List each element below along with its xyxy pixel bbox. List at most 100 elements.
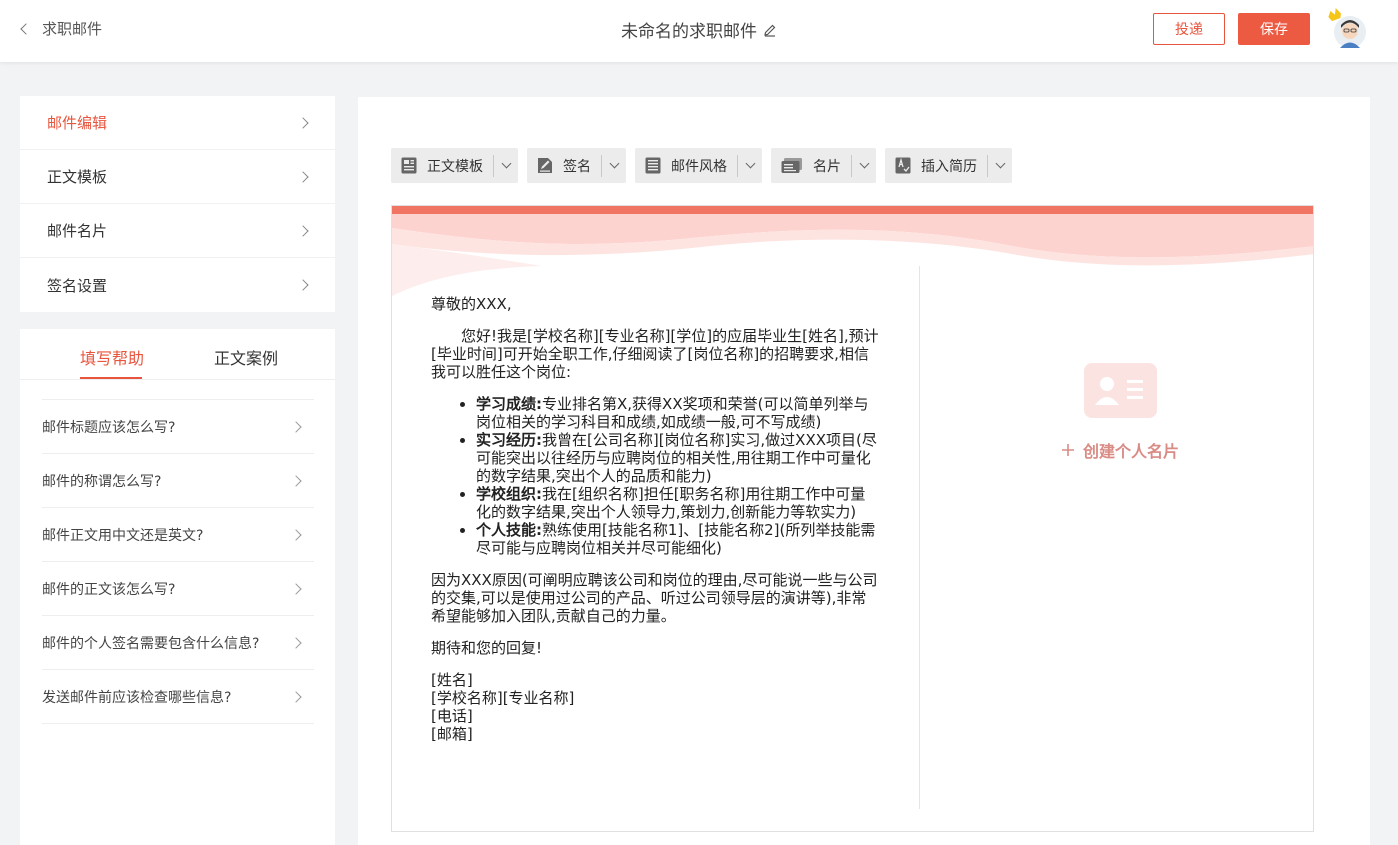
tool-signature-button[interactable]: 签名	[527, 148, 601, 183]
tool-label: 名片	[813, 158, 841, 175]
chevron-down-icon	[995, 158, 1005, 169]
style-icon	[645, 157, 661, 174]
tool-card: 名片	[771, 148, 876, 183]
id-card-icon	[1083, 363, 1157, 418]
question-text: 邮件标题应该怎么写?	[42, 419, 176, 436]
tool-card-dropdown[interactable]	[852, 148, 876, 183]
chevron-right-icon	[290, 690, 302, 703]
nav-item-label: 签名设置	[47, 276, 108, 295]
signature-icon	[538, 158, 552, 173]
create-card-label: 创建个人名片	[1082, 442, 1179, 461]
template-icon	[401, 157, 417, 174]
nav-item-email-edit[interactable]: 邮件编辑	[20, 96, 335, 150]
tool-label: 插入简历	[921, 158, 977, 175]
question-text: 发送邮件前应该检查哪些信息?	[42, 689, 232, 706]
email-signature: [姓名] [学校名称][专业名称] [电话] [邮箱]	[431, 671, 879, 743]
signature-line: [姓名]	[431, 671, 473, 689]
tool-email-style-dropdown[interactable]	[738, 148, 762, 183]
tool-body-template-dropdown[interactable]	[494, 148, 518, 183]
create-card-button[interactable]: 创建个人名片	[1055, 363, 1185, 462]
list-item[interactable]: 邮件正文用中文还是英文?	[42, 508, 314, 562]
main-editor: 正文模板 签名 邮件风格 名片 插入简历 尊敬的XXX, 您好!我是[学校名称]…	[358, 97, 1370, 845]
column-divider	[919, 266, 920, 809]
back-label: 求职邮件	[42, 20, 103, 38]
deliver-button[interactable]: 投递	[1153, 13, 1225, 45]
tool-insert-resume: 插入简历	[885, 148, 1012, 183]
chevron-down-icon	[609, 158, 619, 169]
tool-label: 邮件风格	[671, 158, 727, 175]
tool-insert-resume-dropdown[interactable]	[988, 148, 1012, 183]
chevron-right-icon	[297, 116, 309, 129]
tab-fill-help[interactable]: 填写帮助	[80, 345, 144, 369]
tool-body-template: 正文模板	[391, 148, 518, 183]
nav-item-email-card[interactable]: 邮件名片	[20, 204, 335, 258]
email-preview: 尊敬的XXX, 您好!我是[学校名称][专业名称][学位]的应届毕业生[姓名],…	[391, 205, 1314, 832]
resume-icon	[895, 157, 911, 174]
email-bullet-list: 学习成绩:专业排名第X,获得XX奖项和荣誉(可以简单列举与岗位相关的学习科目和成…	[476, 395, 879, 557]
pencil-icon[interactable]	[763, 23, 777, 37]
nav-item-label: 邮件编辑	[47, 114, 108, 132]
question-text: 邮件正文用中文还是英文?	[42, 527, 204, 544]
list-item[interactable]: 邮件标题应该怎么写?	[42, 400, 314, 454]
question-text: 邮件的称谓怎么写?	[42, 473, 162, 490]
save-button[interactable]: 保存	[1238, 13, 1310, 45]
list-item[interactable]: 邮件的个人签名需要包含什么信息?	[42, 616, 314, 670]
list-item[interactable]: 邮件的称谓怎么写?	[42, 454, 314, 508]
bullet-head: 个人技能:	[476, 521, 542, 539]
tool-label: 正文模板	[427, 158, 483, 175]
chevron-right-icon	[290, 474, 302, 487]
chevron-left-icon	[20, 22, 32, 35]
help-panel: 填写帮助 正文案例 邮件标题应该怎么写? 邮件的称谓怎么写? 邮件正文用中文还是…	[20, 329, 335, 845]
tool-insert-resume-button[interactable]: 插入简历	[885, 148, 987, 183]
tool-signature-dropdown[interactable]	[602, 148, 626, 183]
tool-label: 签名	[563, 158, 591, 175]
chevron-down-icon	[859, 158, 869, 169]
chevron-right-icon	[290, 636, 302, 649]
list-item: 学习成绩:专业排名第X,获得XX奖项和荣誉(可以简单列举与岗位相关的学习科目和成…	[476, 395, 879, 431]
top-header: 求职邮件 未命名的求职邮件 投递 保存	[0, 0, 1398, 62]
editor-toolbar: 正文模板 签名 邮件风格 名片 插入简历	[391, 148, 1012, 183]
nav-item-signature-settings[interactable]: 签名设置	[20, 258, 335, 312]
title-text: 未命名的求职邮件	[621, 22, 757, 42]
bullet-head: 学习成绩:	[476, 395, 542, 413]
signature-line: [学校名称][专业名称]	[431, 689, 575, 707]
signature-line: [邮箱]	[431, 725, 473, 743]
help-tabs: 填写帮助 正文案例	[20, 329, 335, 380]
chevron-right-icon	[290, 582, 302, 595]
back-link[interactable]: 求职邮件	[20, 18, 103, 39]
bullet-head: 实习经历:	[476, 431, 542, 449]
chevron-down-icon	[501, 158, 511, 169]
wave-banner	[392, 206, 1313, 296]
help-question-list: 邮件标题应该怎么写? 邮件的称谓怎么写? 邮件正文用中文还是英文? 邮件的正文该…	[42, 399, 314, 724]
avatar[interactable]	[1326, 6, 1370, 50]
card-icon	[781, 158, 802, 173]
left-nav: 邮件编辑 正文模板 邮件名片 签名设置	[20, 96, 335, 312]
nav-item-label: 邮件名片	[47, 222, 108, 240]
question-text: 邮件的正文该怎么写?	[42, 581, 176, 598]
signature-line: [电话]	[431, 707, 473, 725]
nav-item-body-template[interactable]: 正文模板	[20, 150, 335, 204]
chevron-right-icon	[297, 224, 309, 237]
list-item: 个人技能:熟练使用[技能名称1]、[技能名称2](所列举技能需尽可能与应聘岗位相…	[476, 521, 879, 557]
list-item[interactable]: 发送邮件前应该检查哪些信息?	[42, 670, 314, 724]
question-text: 邮件的个人签名需要包含什么信息?	[42, 635, 260, 652]
tool-body-template-button[interactable]: 正文模板	[391, 148, 493, 183]
chevron-right-icon	[297, 170, 309, 183]
email-closing: 期待和您的回复!	[431, 639, 543, 657]
tool-signature: 签名	[527, 148, 626, 183]
nav-item-label: 正文模板	[47, 168, 108, 186]
list-item: 实习经历:我曾在[公司名称][岗位名称]实习,做过XXX项目(尽可能突出以往经历…	[476, 431, 879, 485]
tool-email-style-button[interactable]: 邮件风格	[635, 148, 737, 183]
email-intro: 您好!我是[学校名称][专业名称][学位]的应届毕业生[姓名],预计[毕业时间]…	[431, 327, 879, 381]
email-body[interactable]: 尊敬的XXX, 您好!我是[学校名称][专业名称][学位]的应届毕业生[姓名],…	[431, 295, 879, 743]
chevron-right-icon	[290, 528, 302, 541]
active-tab-indicator	[80, 377, 142, 379]
chevron-right-icon	[290, 420, 302, 433]
tab-body-examples[interactable]: 正文案例	[214, 345, 278, 369]
email-reason: 因为XXX原因(可阐明应聘该公司和岗位的理由,尽可能说一些与公司的交集,可以是使…	[431, 571, 878, 625]
list-item[interactable]: 邮件的正文该怎么写?	[42, 562, 314, 616]
tool-card-button[interactable]: 名片	[771, 148, 851, 183]
email-greeting: 尊敬的XXX,	[431, 295, 512, 313]
chevron-down-icon	[745, 158, 755, 169]
title-editable[interactable]: 未命名的求职邮件	[621, 17, 777, 42]
